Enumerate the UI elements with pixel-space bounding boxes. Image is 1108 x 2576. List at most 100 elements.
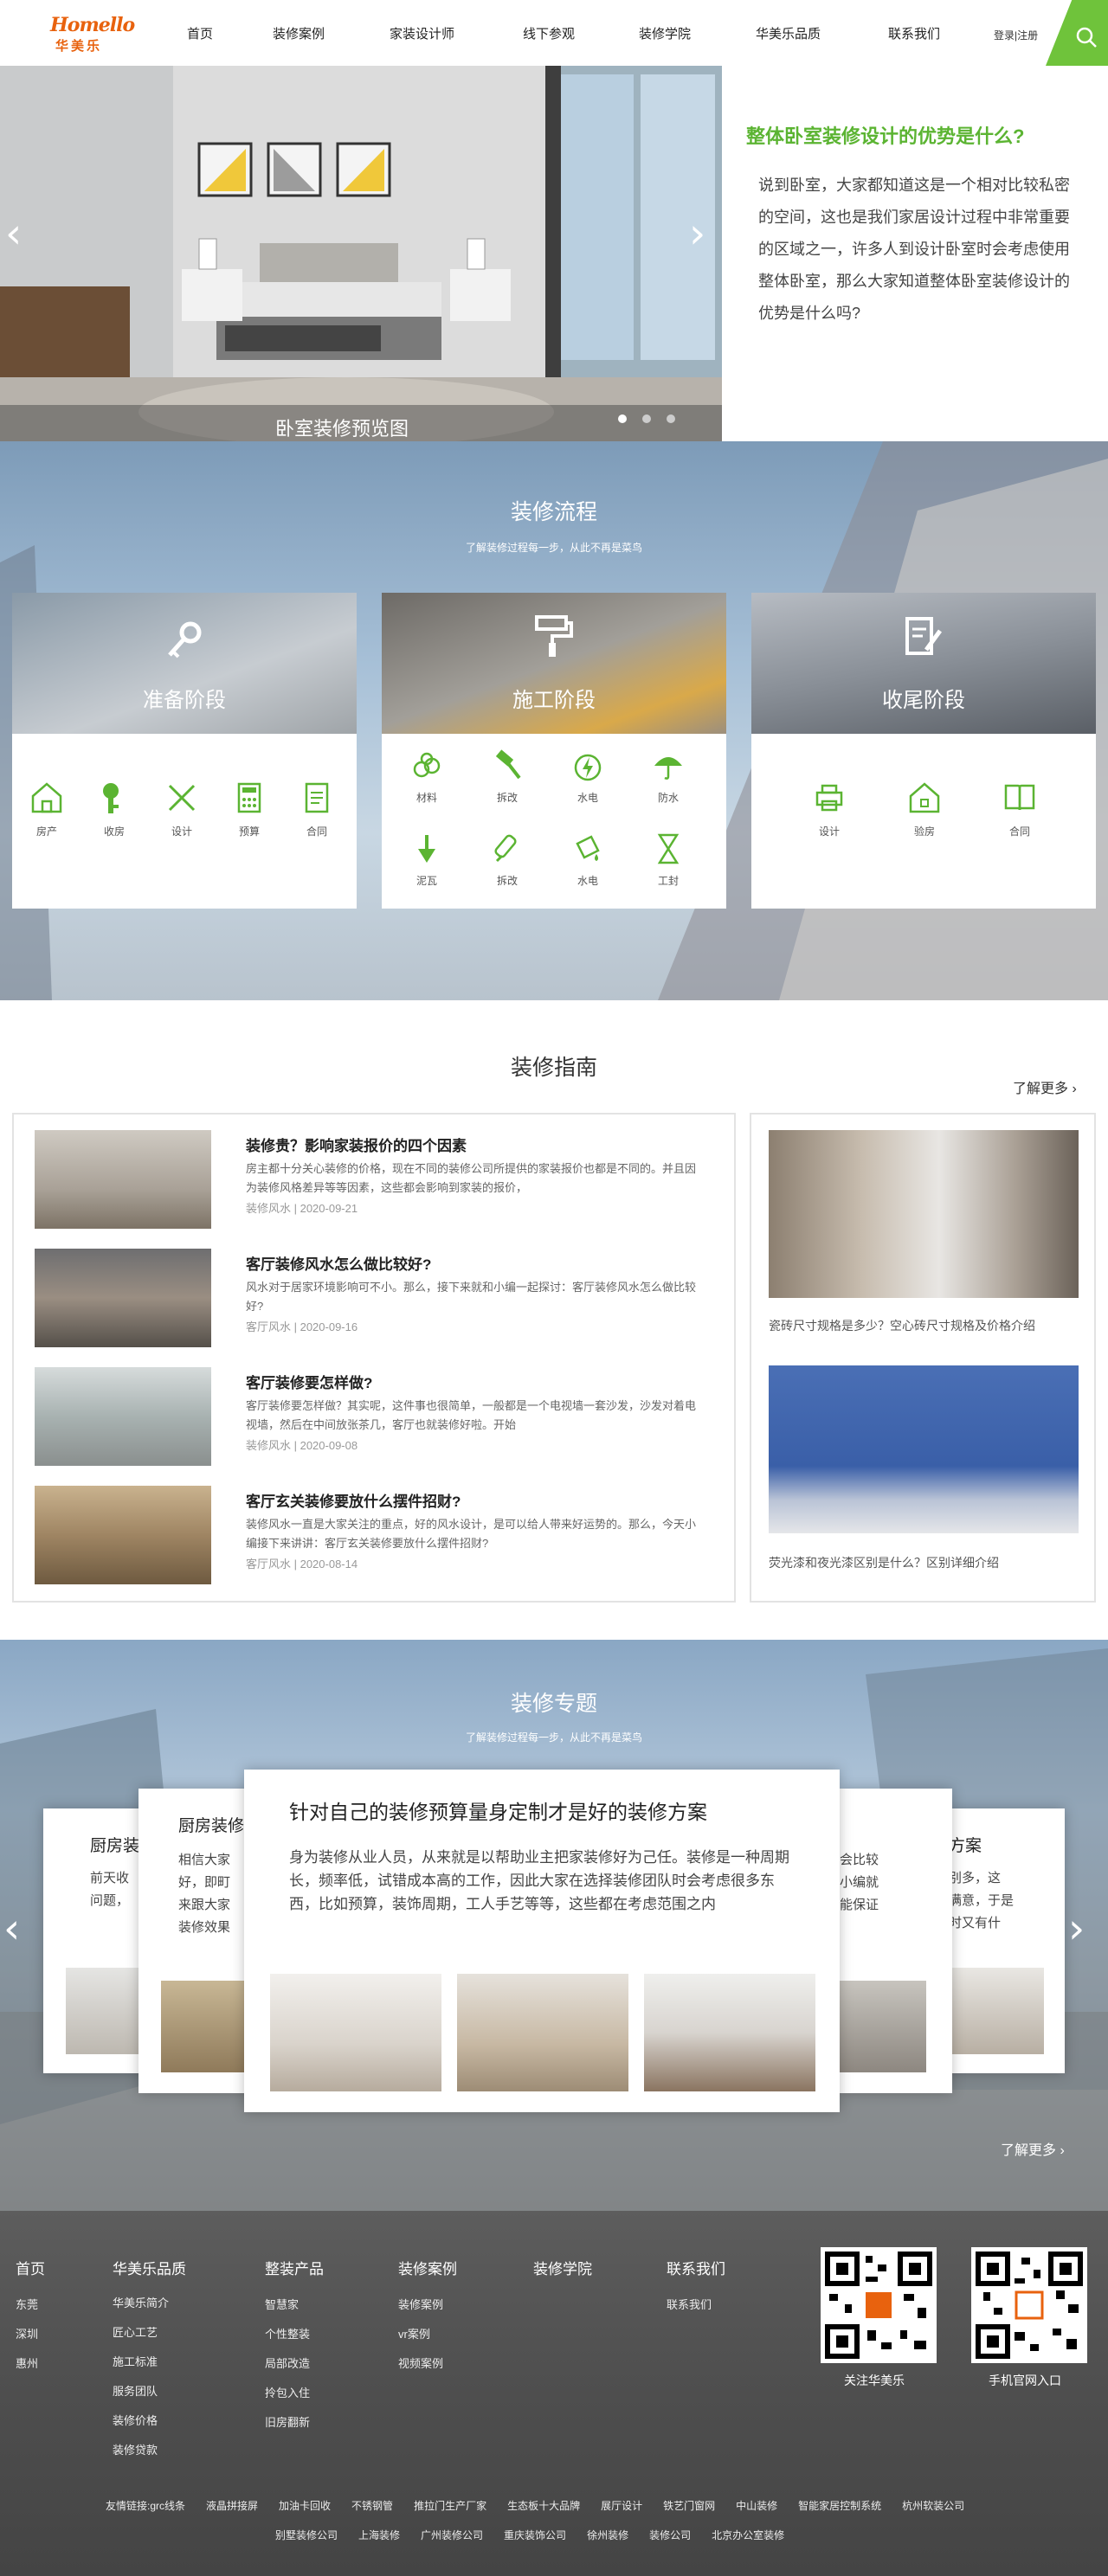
topics-more-link[interactable]: 了解更多 › — [1001, 2138, 1065, 2159]
topic-card-far-right[interactable]: 方案 别多，这 满意，于是 时又有什 — [944, 1808, 1065, 2073]
article-thumb-2[interactable] — [35, 1249, 211, 1347]
slider-dot-1[interactable] — [618, 414, 627, 423]
hero-prev-arrow-icon[interactable]: ‹ — [5, 209, 22, 258]
step-material[interactable]: 材料 — [401, 748, 453, 805]
side-caption-1[interactable]: 瓷砖尺寸规格是多少？空心砖尺寸规格及价格介绍 — [769, 1317, 1035, 1334]
footer-link[interactable]: 旧房翻新 — [265, 2413, 310, 2430]
friendly-link[interactable]: 装修公司 — [649, 2529, 691, 2541]
side-image-tiles[interactable] — [769, 1130, 1079, 1298]
step-inspection[interactable]: 验房 — [899, 779, 950, 838]
friendly-link[interactable]: 展厅设计 — [601, 2500, 642, 2512]
footer-link[interactable]: 服务团队 — [113, 2382, 158, 2399]
guide-more-link[interactable]: 了解更多 › — [1013, 1076, 1077, 1097]
footer-link[interactable]: 视频案例 — [398, 2354, 443, 2371]
footer-link[interactable]: 装修案例 — [398, 2296, 443, 2312]
side-image-paint[interactable] — [769, 1365, 1079, 1533]
footer-link[interactable]: 施工标准 — [113, 2353, 158, 2369]
friendly-link[interactable]: 加油卡回收 — [279, 2500, 331, 2512]
friendly-link[interactable]: 生态板十大品牌 — [507, 2500, 580, 2512]
nav-cases[interactable]: 装修案例 — [273, 24, 325, 42]
footer-col-academy[interactable]: 装修学院 — [533, 2257, 592, 2278]
footer-link[interactable]: vr案例 — [398, 2325, 430, 2342]
article-title-2[interactable]: 客厅装修风水怎么做比较好? — [246, 1252, 431, 1274]
footer-col-cases[interactable]: 装修案例 — [398, 2257, 457, 2278]
nav-quality[interactable]: 华美乐品质 — [756, 24, 821, 42]
step-contract[interactable]: 合同 — [291, 779, 343, 838]
search-button[interactable] — [1046, 0, 1108, 66]
footer-link[interactable]: 联系我们 — [667, 2296, 712, 2312]
side-caption-2[interactable]: 荧光漆和夜光漆区别是什么？区别详细介绍 — [769, 1554, 999, 1571]
nav-home[interactable]: 首页 — [187, 24, 213, 42]
friendly-link[interactable]: 别墅装修公司 — [275, 2529, 338, 2541]
step-waterproof[interactable]: 防水 — [642, 748, 694, 805]
article-text-4: 装修风水一直是大家关注的重点，好的风水设计，是可以给人带来好运势的。那么，今天小… — [246, 1518, 696, 1550]
article-thumb-1[interactable] — [35, 1130, 211, 1229]
step-tile[interactable]: 泥瓦 — [401, 832, 453, 888]
nav-academy[interactable]: 装修学院 — [639, 24, 691, 42]
step-finish[interactable]: 工封 — [642, 832, 694, 888]
footer-link[interactable]: 局部改造 — [265, 2354, 310, 2371]
topics-next-arrow-icon[interactable]: › — [1068, 1905, 1085, 1953]
friendly-link[interactable]: 中山装修 — [736, 2500, 777, 2512]
footer-col-products[interactable]: 整装产品 — [265, 2257, 324, 2278]
article-thumb-4[interactable] — [35, 1486, 211, 1584]
footer-link[interactable]: 拎包入住 — [265, 2384, 310, 2400]
friendly-link[interactable]: 上海装修 — [358, 2529, 400, 2541]
footer-link[interactable]: 深圳 — [16, 2325, 38, 2342]
step-final-design[interactable]: 设计 — [803, 779, 855, 838]
step-design[interactable]: 设计 — [156, 779, 208, 838]
footer-link[interactable]: 惠州 — [16, 2354, 38, 2371]
footer-link[interactable]: 个性整装 — [265, 2325, 310, 2342]
topic-main-title[interactable]: 针对自己的装修预算量身定制才是好的装修方案 — [289, 1795, 707, 1825]
step-demolish-1[interactable]: 拆改 — [481, 748, 533, 805]
nav-visit[interactable]: 线下参观 — [523, 24, 575, 42]
logo[interactable]: Homello 华美乐 — [50, 14, 135, 54]
nav-contact[interactable]: 联系我们 — [888, 24, 940, 42]
friendly-link[interactable]: 徐州装修 — [587, 2529, 628, 2541]
friendly-links-row-1: 友情链接:grc线条 液晶拼接屏 加油卡回收 不锈钢管 推拉门生产厂家 生态板十大品牌 展厅… — [106, 2498, 985, 2513]
slider-dot-3[interactable] — [667, 414, 675, 423]
friendly-link[interactable]: 杭州软装公司 — [902, 2500, 964, 2512]
topic-far-right-title: 方案 — [949, 1837, 982, 1855]
topic-card-left[interactable]: 厨房装修 相信大家 好，即町 来跟大家 装修效果 — [138, 1789, 260, 2093]
footer-link[interactable]: 装修贷款 — [113, 2441, 158, 2457]
login-register-link[interactable]: 登录|注册 — [994, 28, 1038, 42]
stage-title-finishing: 收尾阶段 — [882, 689, 965, 712]
friendly-link[interactable]: 友情链接:grc线条 — [106, 2500, 185, 2512]
friendly-link[interactable]: 重庆装饰公司 — [504, 2529, 566, 2541]
nav-designers[interactable]: 家装设计师 — [390, 24, 454, 42]
footer-link[interactable]: 匠心工艺 — [113, 2323, 158, 2340]
footer-col-contact[interactable]: 联系我们 — [667, 2257, 725, 2278]
footer-link[interactable]: 华美乐简介 — [113, 2294, 169, 2310]
footer-link[interactable]: 装修价格 — [113, 2412, 158, 2428]
footer-link[interactable]: 东莞 — [16, 2296, 38, 2312]
article-title-3[interactable]: 客厅装修要怎样做? — [246, 1371, 372, 1392]
footer-col-home[interactable]: 首页 — [16, 2257, 45, 2278]
article-thumb-3[interactable] — [35, 1367, 211, 1466]
hero-slider: 卧室装修预览图 ‹ › — [0, 66, 722, 441]
slider-dot-2[interactable] — [642, 414, 651, 423]
topics-prev-arrow-icon[interactable]: ‹ — [3, 1905, 20, 1953]
friendly-link[interactable]: 北京办公室装修 — [712, 2529, 784, 2541]
step-budget[interactable]: 预算 — [223, 779, 275, 838]
topic-card-main[interactable]: 针对自己的装修预算量身定制才是好的装修方案 身为装修从业人员，从来就是以帮助业主… — [244, 1770, 840, 2112]
friendly-link[interactable]: 推拉门生产厂家 — [414, 2500, 486, 2512]
friendly-link[interactable]: 铁艺门窗网 — [663, 2500, 715, 2512]
friendly-link[interactable]: 液晶拼接屏 — [206, 2500, 258, 2512]
friendly-link[interactable]: 广州装修公司 — [421, 2529, 483, 2541]
friendly-link[interactable]: 不锈钢管 — [351, 2500, 393, 2512]
footer-link[interactable]: 智慧家 — [265, 2296, 299, 2312]
article-title-1[interactable]: 装修贵？影响家装报价的四个因素 — [246, 1134, 467, 1155]
article-title-4[interactable]: 客厅玄关装修要放什么摆件招财? — [246, 1489, 461, 1511]
step-demolish-2[interactable]: 拆改 — [481, 832, 533, 888]
friendly-link[interactable]: 智能家居控制系统 — [798, 2500, 881, 2512]
intro-title[interactable]: 整体卧室装修设计的优势是什么? — [746, 121, 1024, 149]
hero-next-arrow-icon[interactable]: › — [689, 209, 705, 258]
step-final-contract[interactable]: 合同 — [994, 779, 1046, 838]
step-plumbing-1[interactable]: 水电 — [562, 748, 614, 805]
topic-card-right[interactable]: 会比较 小编就 能保证 — [840, 1789, 952, 2093]
step-house[interactable]: 房产 — [21, 779, 73, 838]
footer-col-quality[interactable]: 华美乐品质 — [113, 2257, 186, 2278]
step-plumbing-2[interactable]: 水电 — [562, 832, 614, 888]
step-receive[interactable]: 收房 — [88, 779, 140, 838]
